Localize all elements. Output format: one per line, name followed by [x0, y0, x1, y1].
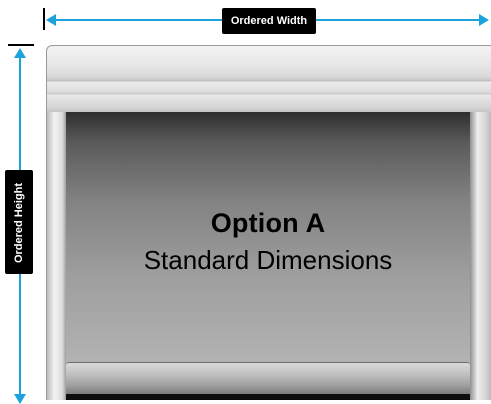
window-bottom-shadow — [66, 394, 470, 400]
arrowhead-down-icon — [14, 394, 26, 404]
blind-headrail — [46, 45, 491, 113]
ordered-height-label: Ordered Height — [13, 182, 25, 264]
window-frame-left — [46, 112, 66, 400]
blind-bottom-bar — [66, 362, 470, 394]
window-frame-right — [470, 112, 491, 400]
ordered-width-label: Ordered Width — [222, 8, 316, 34]
width-start-tick — [43, 8, 45, 30]
height-start-tick — [8, 44, 34, 46]
option-title: Option A — [210, 208, 326, 238]
option-subtitle: Standard Dimensions — [143, 245, 393, 275]
arrowhead-right-icon — [479, 14, 489, 26]
